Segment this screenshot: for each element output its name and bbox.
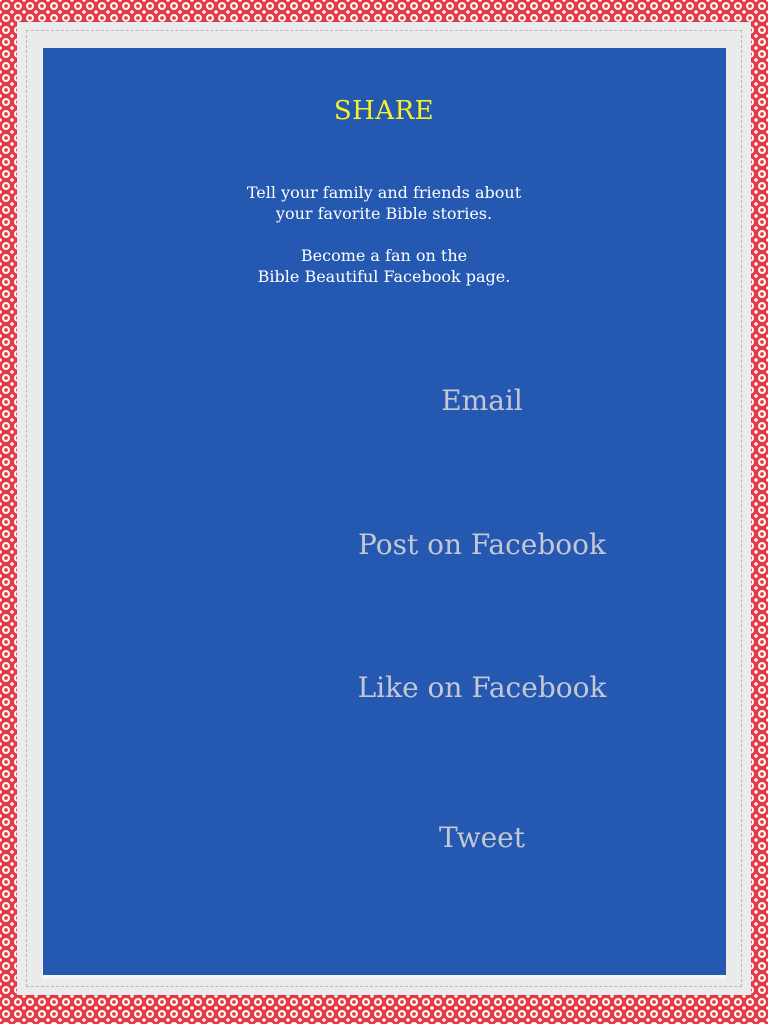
tweet-button[interactable]: Tweet xyxy=(246,821,718,854)
email-button[interactable]: Email xyxy=(246,384,718,417)
intro-line: Bible Beautiful Facebook page. xyxy=(257,267,511,286)
intro-line: Tell your family and friends about xyxy=(246,183,522,202)
post-on-facebook-button[interactable]: Post on Facebook xyxy=(246,528,718,561)
intro-paragraph-facebook: Become a fan on the Bible Beautiful Face… xyxy=(0,245,768,287)
intro-line: your favorite Bible stories. xyxy=(275,204,493,223)
like-on-facebook-button[interactable]: Like on Facebook xyxy=(246,671,718,704)
intro-paragraph-share: Tell your family and friends about your … xyxy=(0,182,768,224)
page-title: SHARE xyxy=(333,96,435,126)
intro-line: Become a fan on the xyxy=(300,246,468,265)
